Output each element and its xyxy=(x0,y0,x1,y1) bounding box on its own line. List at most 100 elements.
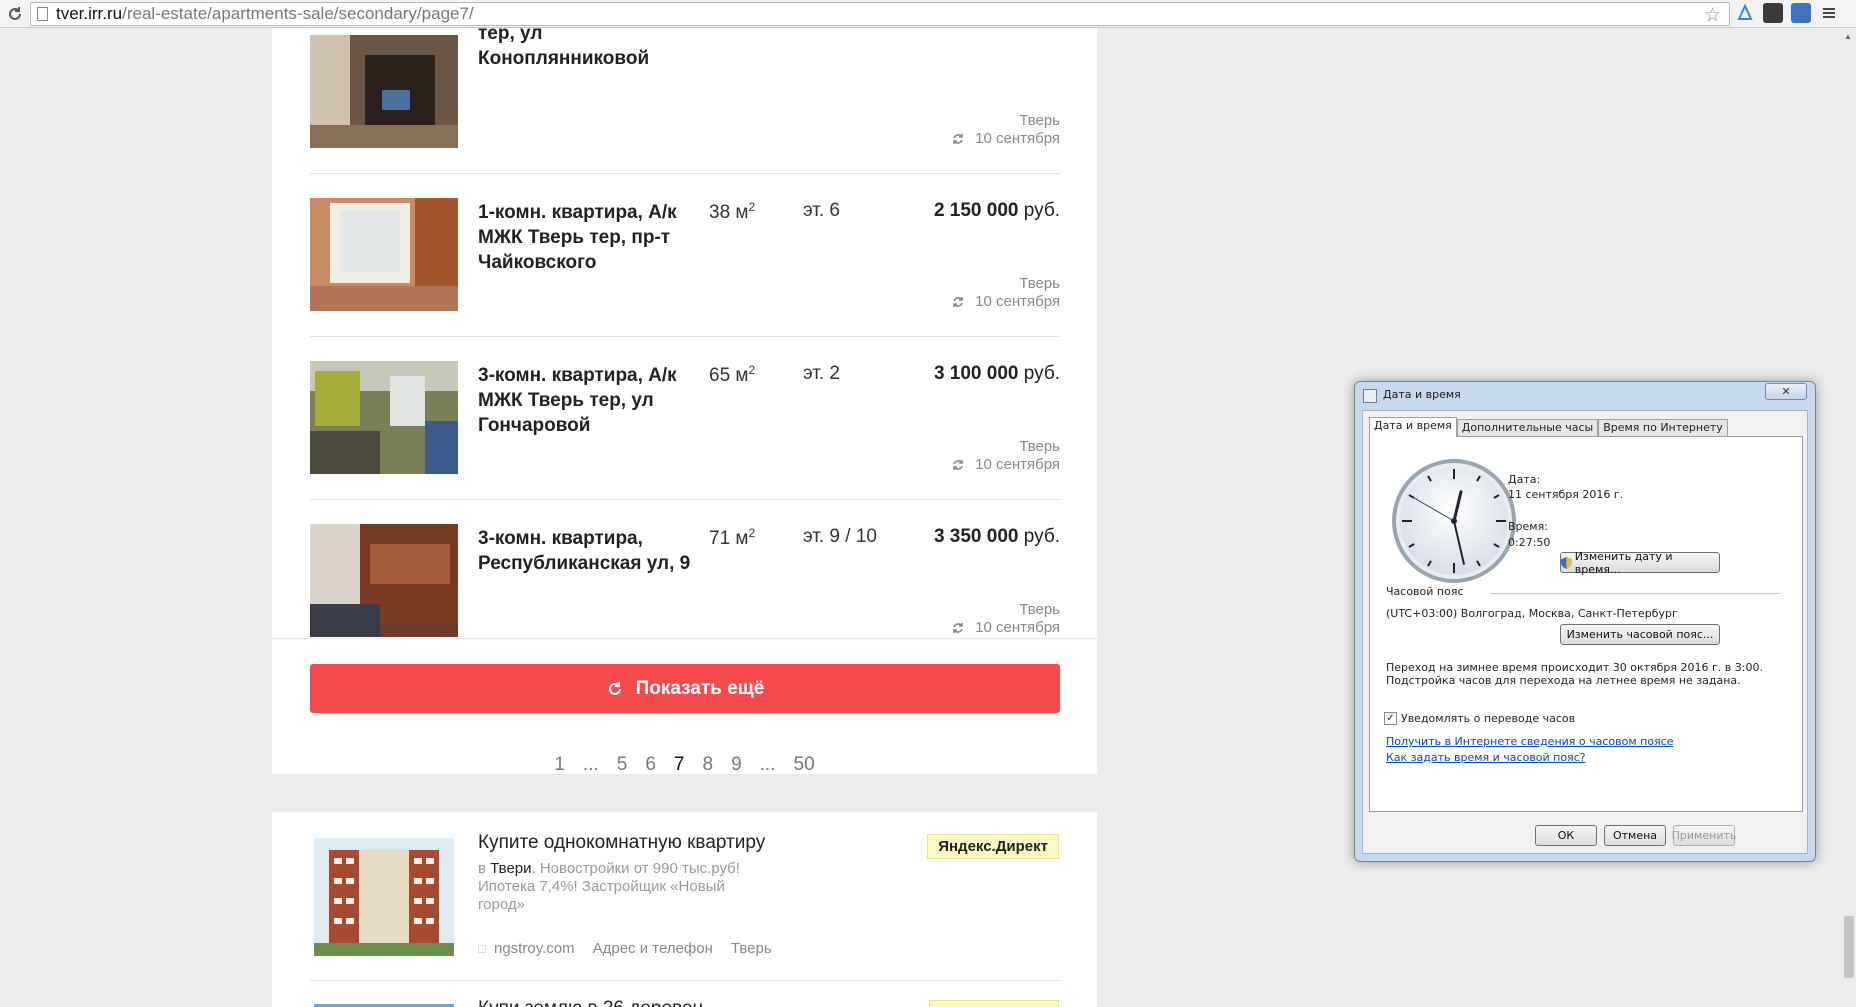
area-unit-sup: 2 xyxy=(748,363,756,377)
listing-city: Тверь xyxy=(1019,112,1060,129)
ads-panel: Купите однокомнатную квартиру в Твери. Н… xyxy=(272,812,1097,1007)
ad-text: в Твери. Новостройки от 990 тыс.руб! Ипо… xyxy=(478,860,758,914)
date-label: Дата: xyxy=(1508,473,1541,486)
ad-title[interactable]: Купите однокомнатную квартиру xyxy=(478,832,765,854)
extension-icons xyxy=(1735,3,1839,23)
dst-info-line1: Переход на зимнее время происходит 30 ок… xyxy=(1386,661,1763,674)
area-unit-sup: 2 xyxy=(748,200,756,214)
page-ellipsis: ... xyxy=(759,754,776,775)
listing-date: 10 сентября xyxy=(951,619,1060,636)
pagination: 1 ... 5 6 7 8 9 ... 50 xyxy=(272,754,1097,776)
date-value: 11 сентября 2016 г. xyxy=(1508,488,1624,501)
clock-app-icon xyxy=(1363,389,1377,403)
listing-photo[interactable] xyxy=(310,524,458,637)
refresh-icon xyxy=(953,133,963,144)
ad-in-prefix: в xyxy=(478,860,486,877)
listing-city: Тверь xyxy=(1019,438,1060,455)
listing-photo[interactable] xyxy=(310,198,458,311)
listing-floor: эт. 2 xyxy=(803,363,840,384)
close-icon[interactable]: ✕ xyxy=(1765,383,1807,400)
show-more-button[interactable]: Показать ещё xyxy=(310,664,1060,713)
listing-price-currency: руб. xyxy=(1023,526,1060,547)
dst-info-line2: Подстройка часов для перехода на летнее … xyxy=(1386,674,1741,687)
tab-internet-time[interactable]: Время по Интернету xyxy=(1598,419,1728,437)
listing-price-value: 2 150 000 xyxy=(933,200,1019,221)
timezone-info-link[interactable]: Получить в Интернете сведения о часовом … xyxy=(1386,735,1674,748)
timezone-label: Часовой пояс xyxy=(1386,585,1464,598)
page-icon xyxy=(37,7,48,21)
page-link-9[interactable]: 9 xyxy=(722,754,751,776)
listing-title[interactable]: 3-комн. квартира, Республиканская ул, 9 xyxy=(478,526,698,576)
tab-additional-clocks[interactable]: Дополнительные часы xyxy=(1456,419,1599,437)
extension-dark-icon[interactable] xyxy=(1763,3,1783,23)
listing-area: 71 м2 xyxy=(709,526,755,550)
notify-label[interactable]: Уведомлять о переводе часов xyxy=(1401,712,1575,725)
listing-photo[interactable] xyxy=(310,35,458,148)
ad-links: ngstroy.com Адрес и телефон Тверь xyxy=(478,940,772,957)
notify-checkbox[interactable]: ✓ xyxy=(1384,712,1397,725)
extension-cloud-icon[interactable] xyxy=(1735,3,1755,23)
refresh-icon xyxy=(953,622,963,633)
ad-title[interactable]: Купи землю в 26 деревен xyxy=(478,998,703,1007)
tab-date-time[interactable]: Дата и время xyxy=(1369,417,1457,437)
listing-price: 3 350 000 руб. xyxy=(934,526,1060,548)
bookmark-star-icon[interactable]: ☆ xyxy=(1704,4,1721,27)
menu-icon[interactable] xyxy=(1819,3,1839,23)
timezone-divider xyxy=(1490,593,1780,594)
listing-date-text: 10 сентября xyxy=(975,456,1060,473)
ok-button[interactable]: ОК xyxy=(1535,825,1597,846)
tab-panel: Дата: 11 сентября 2016 г. Время: 0:27:50… xyxy=(1369,436,1803,812)
listing-title[interactable]: 3-комн. квартира, А/к МЖК Тверь тер, ул … xyxy=(478,363,688,438)
extension-user-icon[interactable] xyxy=(1791,3,1811,23)
section-divider xyxy=(272,638,1097,639)
page-link-50[interactable]: 50 xyxy=(785,754,824,776)
page-link-5[interactable]: 5 xyxy=(608,754,637,776)
ad-domain-link[interactable]: ngstroy.com xyxy=(494,940,575,957)
favicon-icon xyxy=(478,944,486,953)
page-link-8[interactable]: 8 xyxy=(694,754,723,776)
listing-date: 10 сентября xyxy=(951,293,1060,310)
listing-area-value: 38 м xyxy=(709,202,749,223)
dialog-titlebar[interactable]: Дата и время ✕ xyxy=(1355,382,1815,408)
listing-item[interactable]: 1-комн. квартира, А/к МЖК Тверь тер, пр-… xyxy=(310,174,1060,337)
page-link-1[interactable]: 1 xyxy=(545,754,574,776)
listing-title[interactable]: тер, ул Коноплянниковой xyxy=(478,21,688,71)
ad-divider xyxy=(310,980,1060,981)
ad-image[interactable] xyxy=(314,838,454,956)
ad-address-link[interactable]: Адрес и телефон xyxy=(593,940,713,957)
apply-button[interactable]: Применить xyxy=(1672,825,1736,846)
yandex-direct-badge[interactable]: Яндекс.Директ xyxy=(927,834,1059,859)
page-scrollbar[interactable]: ▲ xyxy=(1842,28,1856,1007)
refresh-icon xyxy=(953,459,963,470)
listing-photo[interactable] xyxy=(310,361,458,474)
listing-city: Тверь xyxy=(1019,275,1060,292)
change-datetime-label: Изменить дату и время... xyxy=(1574,549,1673,576)
scroll-thumb[interactable] xyxy=(1844,916,1854,978)
change-timezone-button[interactable]: Изменить часовой пояс... xyxy=(1560,624,1720,645)
time-value: 0:27:50 xyxy=(1508,536,1551,549)
reload-icon[interactable] xyxy=(4,3,26,25)
reload-icon xyxy=(608,681,621,695)
scroll-up-arrow-icon[interactable]: ▲ xyxy=(1844,32,1852,41)
change-datetime-button[interactable]: Изменить дату и время... xyxy=(1560,549,1720,576)
uac-shield-icon xyxy=(1561,556,1572,569)
listing-city: Тверь xyxy=(1019,601,1060,618)
listing-area: 65 м2 xyxy=(709,363,755,387)
yandex-direct-badge[interactable] xyxy=(929,1000,1059,1007)
listing-area: 38 м2 xyxy=(709,200,755,224)
listing-price-currency: руб. xyxy=(1023,200,1060,221)
listing-date-text: 10 сентября xyxy=(975,293,1060,310)
listing-floor: эт. 6 xyxy=(803,200,840,221)
listing-item[interactable]: тер, ул Коноплянниковой Тверь 10 сентябр… xyxy=(310,11,1060,174)
dialog-title: Дата и время xyxy=(1383,388,1461,401)
listing-title[interactable]: 1-комн. квартира, А/к МЖК Тверь тер, пр-… xyxy=(478,200,688,275)
help-link[interactable]: Как задать время и часовой пояс? xyxy=(1386,751,1586,764)
listing-item[interactable]: 3-комн. квартира, А/к МЖК Тверь тер, ул … xyxy=(310,337,1060,500)
url-host: tver.irr.ru xyxy=(56,4,123,23)
page-link-6[interactable]: 6 xyxy=(636,754,665,776)
cancel-button[interactable]: Отмена xyxy=(1604,825,1666,846)
datetime-dialog: Дата и время ✕ Дата и время Дополнительн… xyxy=(1354,381,1816,862)
area-unit-sup: 2 xyxy=(748,526,756,540)
page-ellipsis: ... xyxy=(582,754,599,775)
page-current-7: 7 xyxy=(673,754,685,775)
